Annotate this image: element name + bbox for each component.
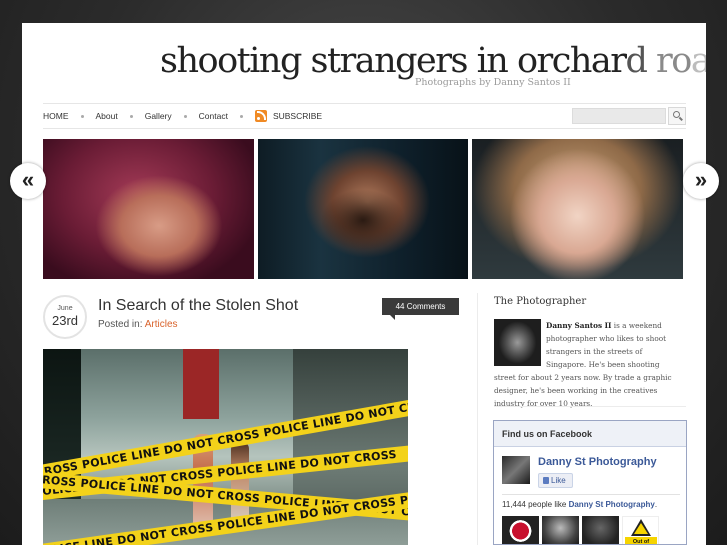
nav-item-contact[interactable]: Contact: [199, 111, 228, 121]
page: shooting strangers in orchard road Photo…: [22, 23, 706, 545]
site-title[interactable]: shooting strangers in orchard road: [160, 41, 706, 81]
bio-avatar-spacer: [494, 319, 546, 365]
facebook-fan-avatar-1[interactable]: [502, 516, 539, 544]
slider-image-1[interactable]: [43, 139, 254, 279]
post-date-day: 23rd: [51, 313, 79, 328]
facebook-count-end: .: [654, 500, 658, 509]
sidebar-divider: [477, 293, 478, 545]
nav-item-about[interactable]: About: [96, 111, 118, 121]
search-button[interactable]: [668, 107, 686, 125]
nav-item-home[interactable]: HOME: [43, 111, 69, 121]
site-title-text: shooting strangers in orchar: [160, 41, 627, 81]
site-title-text-faded-2: ro: [646, 41, 692, 81]
post-title[interactable]: In Search of the Stolen Shot: [98, 297, 298, 315]
facebook-like-count: 11,444 people like Danny St Photography.: [502, 500, 657, 509]
site-title-text-faded-3: ad: [690, 41, 706, 81]
facebook-page-name[interactable]: Danny St Photography: [538, 456, 657, 468]
nav-separator: [129, 114, 133, 118]
slider-prev-button[interactable]: «: [10, 163, 46, 199]
site-title-text-faded: d: [625, 41, 647, 81]
sidebar-rule: [494, 406, 686, 407]
slider-image-3[interactable]: [472, 139, 683, 279]
image-red-sign: [183, 349, 219, 419]
photographer-bio: Danny Santos II is a weekend photographe…: [494, 319, 676, 410]
facebook-like-button[interactable]: Like: [538, 473, 573, 488]
slider-image-2[interactable]: [258, 139, 468, 279]
warning-label: Out of: [625, 537, 657, 544]
nav-item-subscribe[interactable]: SUBSCRIBE: [273, 111, 322, 121]
facebook-like-box: Find us on Facebook Danny St Photography…: [493, 420, 687, 545]
thumbs-up-icon: [543, 477, 549, 484]
search-input[interactable]: [572, 108, 666, 124]
warning-icon: [631, 519, 651, 536]
posted-in-label: Posted in:: [98, 319, 143, 330]
facebook-count-text: 11,444 people like: [502, 500, 569, 509]
slider-next-button[interactable]: »: [683, 163, 719, 199]
bio-name: Danny Santos II: [546, 321, 612, 330]
nav-separator: [183, 114, 187, 118]
post-category-link[interactable]: Articles: [145, 319, 178, 330]
rss-icon[interactable]: [254, 110, 267, 122]
facebook-count-page[interactable]: Danny St Photography: [569, 500, 655, 509]
post-featured-image[interactable]: CROSS POLICE LINE DO NOT CROSS POLICE LI…: [43, 349, 408, 545]
facebook-separator: [502, 494, 680, 495]
nav-separator: [80, 114, 84, 118]
facebook-like-label: Like: [551, 476, 566, 485]
post-category-line: Posted in: Articles: [98, 319, 178, 330]
comments-count-badge[interactable]: 44 Comments: [382, 298, 459, 320]
site-tagline: Photographs by Danny Santos II: [415, 77, 571, 88]
main-nav: HOME About Gallery Contact SUBSCRIBE: [43, 103, 686, 129]
facebook-fan-avatar-3[interactable]: [582, 516, 619, 544]
search-icon-handle: [679, 116, 683, 121]
sidebar-photographer-heading: The Photographer: [494, 296, 587, 307]
nav-item-gallery[interactable]: Gallery: [145, 111, 172, 121]
facebook-page-logo[interactable]: [502, 456, 530, 484]
facebook-fan-avatar-2[interactable]: [542, 516, 579, 544]
facebook-fan-avatar-4[interactable]: Out of: [622, 516, 659, 544]
post-date-month: June: [57, 305, 73, 312]
nav-separator: [239, 114, 243, 118]
facebook-box-heading: Find us on Facebook: [494, 421, 686, 447]
post-date-badge: June 23rd: [43, 295, 87, 339]
